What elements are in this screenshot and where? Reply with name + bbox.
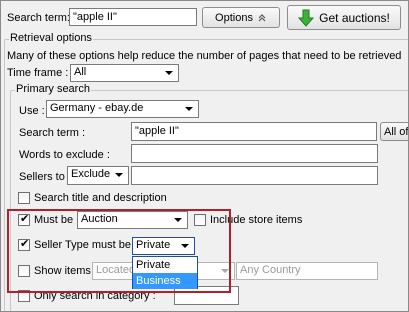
words-to-exclude-label: Words to exclude : — [19, 149, 110, 161]
must-be-value: Auction — [81, 213, 118, 225]
site-select[interactable]: Germany - ebay.de — [46, 100, 199, 118]
use-label: Use : — [19, 105, 45, 117]
chevron-down-icon — [181, 244, 189, 248]
seller-type-label: Seller Type must be — [34, 239, 132, 251]
chevron-down-icon — [221, 269, 229, 273]
get-auctions-button[interactable]: Get auctions! — [287, 5, 401, 30]
seller-type-select[interactable]: Private — [132, 237, 195, 255]
seller-type-option-private[interactable]: Private — [133, 257, 197, 273]
get-auctions-label: Get auctions! — [319, 10, 390, 25]
options-button-label: Options — [215, 11, 253, 24]
chevron-down-icon — [165, 71, 173, 75]
retrieval-options-title: Retrieval options — [9, 31, 93, 45]
sellers-mode-value: Exclude — [71, 168, 111, 180]
must-be-select[interactable]: Auction — [77, 211, 188, 229]
sellers-label: Sellers to — [19, 171, 65, 183]
show-items-checkbox[interactable] — [18, 265, 30, 277]
search-term-input[interactable]: "apple II" — [69, 8, 197, 26]
primary-search-title: Primary search — [15, 82, 91, 96]
chevron-down-icon — [115, 173, 123, 177]
time-frame-label: Time frame : — [7, 67, 69, 79]
primary-search-term-input[interactable]: "apple II" — [131, 122, 377, 141]
search-term-label: Search term: — [7, 12, 70, 24]
words-to-exclude-input[interactable] — [131, 144, 378, 163]
must-be-checkbox[interactable]: ✔ — [18, 213, 30, 226]
green-down-arrow-icon — [298, 9, 315, 27]
title-description-checkbox[interactable] — [18, 192, 30, 204]
time-frame-select[interactable]: All — [70, 64, 179, 82]
seller-type-checkbox[interactable]: ✔ — [18, 238, 30, 251]
time-frame-value: All — [74, 66, 87, 78]
seller-type-option-business[interactable]: Business — [133, 273, 197, 289]
primary-search-term-label: Search term : — [19, 127, 86, 139]
country-value: Any Country — [240, 264, 301, 276]
options-button[interactable]: Options — [202, 7, 280, 28]
sellers-input[interactable] — [131, 166, 378, 185]
double-chevron-up-icon — [258, 13, 266, 21]
check-icon: ✔ — [20, 213, 30, 225]
site-value: Germany - ebay.de — [50, 102, 144, 114]
window: Search term: "apple II" Options Get auct… — [0, 0, 409, 312]
match-mode-value: All of — [384, 125, 409, 138]
must-be-label: Must be — [34, 214, 74, 226]
sellers-mode-select[interactable]: Exclude — [67, 166, 129, 185]
check-icon: ✔ — [20, 238, 30, 250]
seller-type-value: Private — [136, 239, 171, 251]
include-store-items-label: Include store items — [210, 214, 303, 226]
seller-type-dropdown: Private Business — [132, 256, 198, 289]
category-label: Only search in category : — [34, 290, 156, 302]
include-store-items-checkbox[interactable] — [194, 214, 206, 226]
country-select[interactable]: Any Country — [236, 262, 378, 280]
category-checkbox[interactable] — [18, 290, 30, 302]
show-items-label: Show items — [34, 265, 91, 277]
match-mode-select[interactable]: All of — [380, 122, 409, 141]
located-value: Located — [96, 264, 136, 276]
chevron-down-icon — [185, 107, 193, 111]
retrieval-description: Many of these options help reduce the nu… — [7, 50, 402, 62]
chevron-down-icon — [174, 218, 182, 222]
title-description-label: Search title and description — [34, 192, 167, 204]
